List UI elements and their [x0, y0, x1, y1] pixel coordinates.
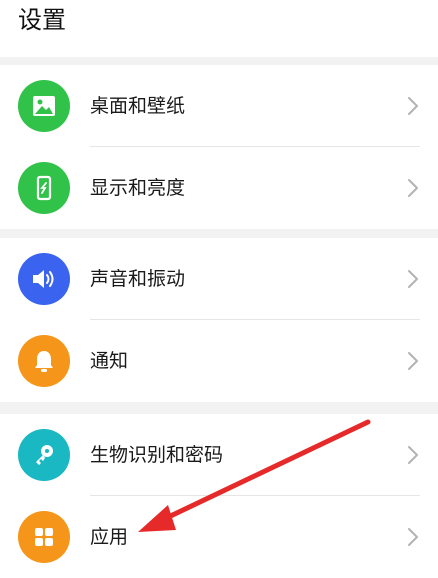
settings-item-apps[interactable]: 应用 [0, 496, 438, 578]
settings-item-label: 声音和振动 [90, 268, 186, 290]
settings-item-wallpaper[interactable]: 桌面和壁纸 [0, 65, 438, 147]
sound-icon [18, 253, 70, 305]
display-icon [18, 162, 70, 214]
notification-bell-icon [18, 335, 70, 387]
chevron-right-icon [408, 179, 418, 197]
settings-item-label: 生物识别和密码 [90, 444, 224, 466]
page-title: 设置 [18, 6, 66, 34]
settings-group-sound: 声音和振动 通知 [0, 238, 438, 402]
settings-group-display: 桌面和壁纸 显示和亮度 [0, 65, 438, 229]
chevron-right-icon [408, 270, 418, 288]
settings-item-sound[interactable]: 声音和振动 [0, 238, 438, 320]
wallpaper-icon [18, 80, 70, 132]
settings-item-display[interactable]: 显示和亮度 [0, 147, 438, 229]
settings-item-label: 通知 [90, 350, 129, 372]
chevron-right-icon [408, 352, 418, 370]
settings-group-security: 生物识别和密码 应用 [0, 414, 438, 578]
settings-item-label: 应用 [90, 526, 129, 548]
settings-item-biometrics[interactable]: 生物识别和密码 [0, 414, 438, 496]
settings-item-label: 显示和亮度 [90, 177, 186, 199]
apps-grid-icon [18, 511, 70, 563]
chevron-right-icon [408, 528, 418, 546]
settings-item-notifications[interactable]: 通知 [0, 320, 438, 402]
header: 设置 [0, 0, 438, 57]
key-icon [18, 429, 70, 481]
chevron-right-icon [408, 446, 418, 464]
settings-item-label: 桌面和壁纸 [90, 95, 186, 117]
chevron-right-icon [408, 97, 418, 115]
